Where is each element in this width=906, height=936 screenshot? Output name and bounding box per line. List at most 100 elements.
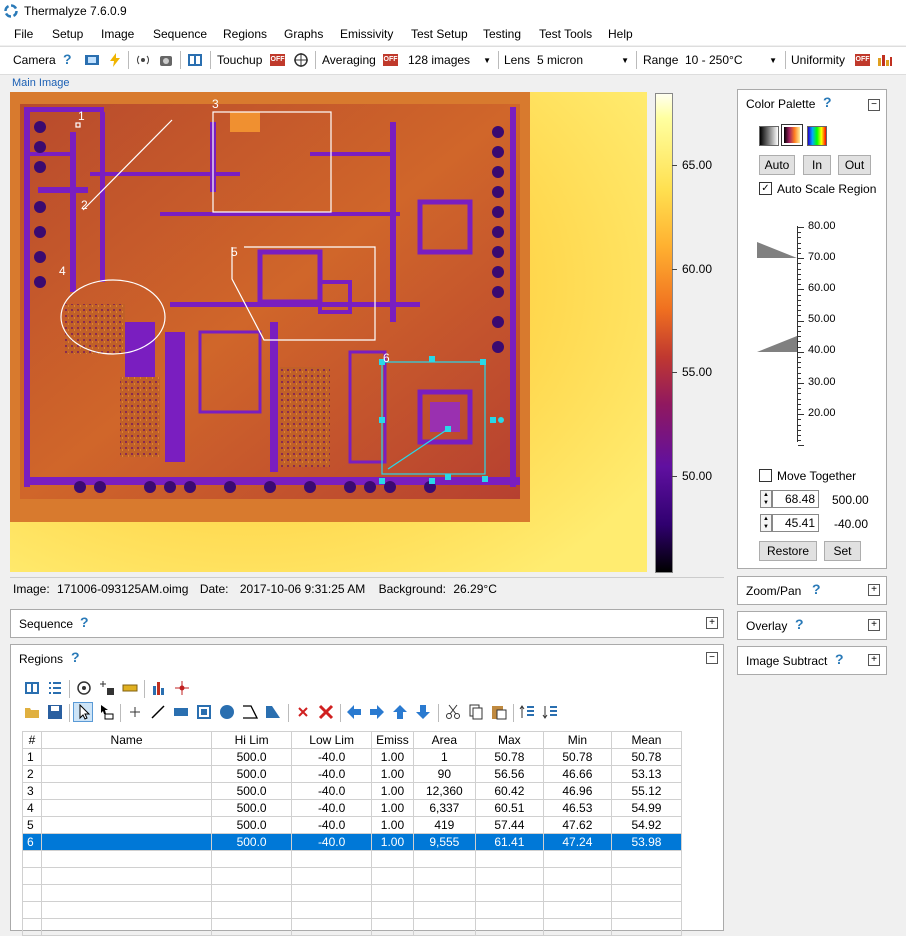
averaging-select[interactable]: 128 images ▼ [403, 50, 496, 69]
lower-limit-slider-handle[interactable] [757, 333, 797, 355]
table-row-empty[interactable] [22, 850, 683, 868]
sequence-expand-icon[interactable]: + [706, 617, 718, 629]
rectangle-tool-icon[interactable] [173, 704, 189, 720]
camera-icon[interactable] [84, 52, 100, 68]
uniformity-chart-icon[interactable] [877, 52, 893, 68]
select-tool-button[interactable] [73, 702, 93, 722]
menu-emissivity[interactable]: Emissivity [340, 27, 393, 41]
sort-ascending-icon[interactable] [519, 704, 535, 720]
col-header-name[interactable]: Name [40, 731, 213, 749]
cursor-point-icon[interactable] [174, 680, 190, 696]
ruler-icon[interactable] [122, 680, 138, 696]
lightning-icon[interactable] [107, 52, 123, 68]
image-settings-icon[interactable] [187, 52, 203, 68]
range-select[interactable]: 10 - 250°C ▼ [680, 50, 782, 69]
zoom-out-button[interactable]: Out [838, 155, 871, 175]
image-subtract-title[interactable]: Image Subtract [746, 654, 827, 668]
snapshot-icon[interactable] [158, 52, 174, 68]
arrow-down-icon[interactable] [415, 704, 431, 720]
square-tool-icon[interactable] [196, 704, 212, 720]
set-button[interactable]: Set [824, 541, 861, 561]
menu-test-tools[interactable]: Test Tools [539, 27, 592, 41]
col-header-low-lim[interactable]: Low Lim [291, 731, 373, 749]
sequence-panel-title[interactable]: Sequence [19, 617, 73, 631]
col-header-number[interactable]: # [22, 731, 42, 749]
text-label-icon[interactable] [98, 704, 114, 720]
image-subtract-expand-icon[interactable]: + [868, 654, 880, 666]
color-palette-collapse-icon[interactable]: − [868, 99, 880, 111]
image-subtract-help-icon[interactable]: ? [835, 651, 844, 667]
open-folder-icon[interactable] [24, 704, 40, 720]
arrow-right-icon[interactable] [369, 704, 385, 720]
point-tool-icon[interactable] [127, 704, 143, 720]
main-image-label[interactable]: Main Image [12, 77, 69, 89]
table-row[interactable]: 4 500.0 -40.0 1.00 6,337 60.51 46.53 54.99 [22, 799, 683, 817]
uniformity-off-toggle[interactable]: OFF [855, 54, 870, 66]
table-row-empty[interactable] [22, 901, 683, 919]
table-row-empty[interactable] [22, 867, 683, 885]
col-header-emiss[interactable]: Emiss [371, 731, 414, 749]
table-row[interactable]: 5 500.0 -40.0 1.00 419 57.44 47.62 54.92 [22, 816, 683, 834]
restore-button[interactable]: Restore [759, 541, 817, 561]
regions-collapse-icon[interactable]: − [706, 652, 718, 664]
auto-scale-region-checkbox[interactable]: ✓ [759, 182, 772, 195]
color-palette-title[interactable]: Color Palette [746, 97, 815, 111]
copy-icon[interactable] [468, 704, 484, 720]
table-row-empty[interactable] [22, 884, 683, 902]
zoom-pan-expand-icon[interactable]: + [868, 584, 880, 596]
ellipse-tool-icon[interactable] [219, 704, 235, 720]
menu-graphs[interactable]: Graphs [284, 27, 323, 41]
regions-panel-title[interactable]: Regions [19, 652, 63, 666]
polyline-tool-icon[interactable] [242, 704, 258, 720]
paste-icon[interactable] [491, 704, 507, 720]
sequence-help-icon[interactable]: ? [80, 614, 89, 630]
camera-help-icon[interactable]: ? [63, 51, 72, 67]
overlay-help-icon[interactable]: ? [795, 616, 804, 632]
col-header-mean[interactable]: Mean [610, 731, 683, 749]
menu-file[interactable]: File [14, 27, 33, 41]
table-row-empty[interactable] [22, 918, 683, 936]
move-together-checkbox[interactable] [759, 469, 772, 482]
wireless-icon[interactable] [135, 52, 151, 68]
col-header-max[interactable]: Max [474, 731, 544, 749]
line-tool-icon[interactable] [150, 704, 166, 720]
rainbow-palette-icon[interactable] [807, 126, 827, 146]
delete-all-icon[interactable] [318, 704, 334, 720]
overlay-title[interactable]: Overlay [746, 619, 787, 633]
lens-select[interactable]: 5 micron ▼ [532, 50, 634, 69]
menu-regions[interactable]: Regions [223, 27, 267, 41]
menu-image[interactable]: Image [101, 27, 134, 41]
delete-icon[interactable] [295, 704, 311, 720]
overlay-expand-icon[interactable]: + [868, 619, 880, 631]
upper-spin-buttons[interactable]: ▲ ▼ [760, 490, 772, 508]
menu-help[interactable]: Help [608, 27, 633, 41]
table-row[interactable]: 2 500.0 -40.0 1.00 90 56.56 46.66 53.13 [22, 765, 683, 783]
col-header-area[interactable]: Area [412, 731, 476, 749]
col-header-min[interactable]: Min [542, 731, 612, 749]
col-header-hi-lim[interactable]: Hi Lim [211, 731, 293, 749]
zoom-pan-title[interactable]: Zoom/Pan [746, 584, 801, 598]
arrow-left-icon[interactable] [346, 704, 362, 720]
polygon-tool-icon[interactable] [265, 704, 281, 720]
arrow-up-icon[interactable] [392, 704, 408, 720]
list-icon[interactable] [47, 680, 63, 696]
menu-testing[interactable]: Testing [483, 27, 521, 41]
table-row[interactable]: 3 500.0 -40.0 1.00 12,360 60.42 46.96 55.12 [22, 782, 683, 800]
menu-sequence[interactable]: Sequence [153, 27, 207, 41]
lower-spin-buttons[interactable]: ▲ ▼ [760, 514, 772, 532]
upper-limit-input[interactable]: 68.48 [772, 490, 819, 508]
zoom-in-button[interactable]: In [803, 155, 831, 175]
menu-setup[interactable]: Setup [52, 27, 83, 41]
regions-help-icon[interactable]: ? [71, 649, 80, 665]
save-icon[interactable] [47, 704, 63, 720]
thermal-image[interactable]: 1 2 3 4 5 6 [10, 92, 647, 572]
grayscale-palette-icon[interactable] [759, 126, 779, 146]
averaging-off-toggle[interactable]: OFF [383, 54, 398, 66]
bar-chart-icon[interactable] [151, 680, 167, 696]
upper-limit-slider-handle[interactable] [757, 239, 797, 261]
color-palette-help-icon[interactable]: ? [823, 94, 832, 110]
crosshair-icon[interactable] [293, 52, 309, 68]
lower-limit-input[interactable]: 45.41 [772, 514, 819, 532]
touchup-off-toggle[interactable]: OFF [270, 54, 285, 66]
menu-test-setup[interactable]: Test Setup [411, 27, 468, 41]
